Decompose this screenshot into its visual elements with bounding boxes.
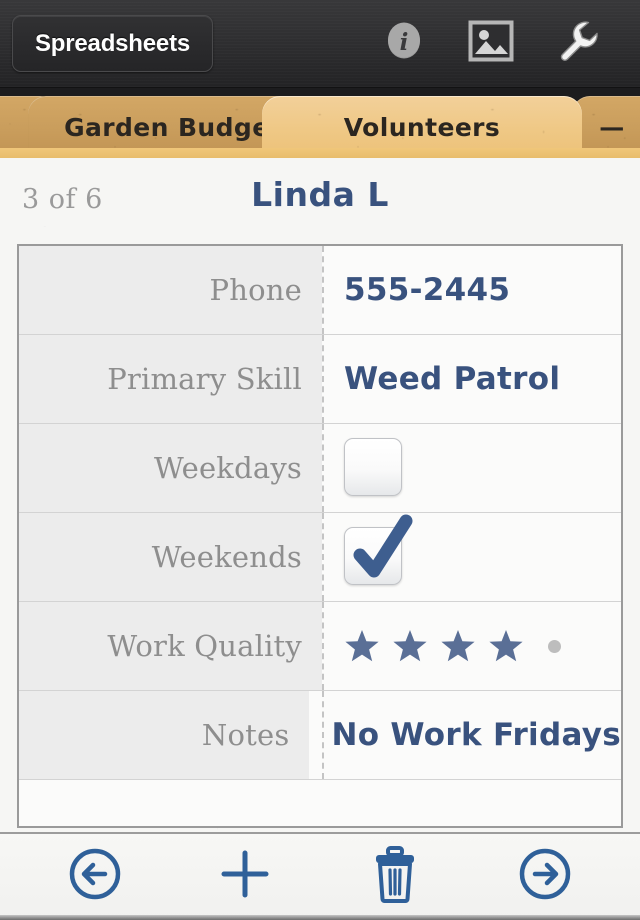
delete-record-button[interactable] [362,841,428,907]
top-icon-group: i [350,0,640,88]
checkbox-box [344,438,402,496]
field-label-phone: Phone [19,246,322,334]
field-label-weekends: Weekends [19,513,322,601]
record-header: 3 of 6 Linda L [0,172,640,234]
weekends-checkbox[interactable] [344,514,413,587]
field-value-empty[interactable] [322,780,621,826]
photo-icon[interactable] [463,13,519,69]
column-divider [322,424,324,512]
wrench-icon[interactable] [550,13,606,69]
star-filled-icon[interactable] [440,628,476,664]
star-filled-icon[interactable] [392,628,428,664]
column-divider [322,513,324,601]
trash-icon [376,846,414,903]
field-label-work-quality: Work Quality [19,602,322,690]
field-label-empty [19,780,322,826]
top-navigation-bar: Spreadsheets i [0,0,640,88]
table-row[interactable]: Notes No Work Fridays [19,691,621,780]
screen-bottom-edge [0,915,640,920]
add-record-button[interactable] [212,841,278,907]
table-row[interactable]: Phone 555-2445 [19,246,621,335]
column-divider [322,691,324,779]
table-row-empty[interactable] [19,780,621,826]
weekdays-checkbox[interactable] [344,438,404,498]
table-row[interactable]: Weekends [19,513,621,602]
column-divider [322,246,324,334]
column-divider [322,335,324,423]
record-detail-panel: 3 of 6 Linda L Phone 555-2445 Primary Sk… [0,158,640,920]
tab-volunteers-label: Volunteers [343,112,501,142]
tab-garden-budget-label: Garden Budget [64,112,282,142]
tab-partial-right-label: — [599,112,625,142]
star-filled-icon[interactable] [488,628,524,664]
spreadsheet-tab-strip: Garden Budget Volunteers — [0,88,640,158]
field-value-phone[interactable]: 555-2445 [322,246,621,334]
tab-volunteers[interactable]: Volunteers [262,96,582,158]
star-empty-dot-icon[interactable] [548,639,561,653]
field-value-primary-skill[interactable]: Weed Patrol [322,335,621,423]
table-row[interactable]: Primary Skill Weed Patrol [19,335,621,424]
table-row[interactable]: Work Quality [19,602,621,691]
field-table: Phone 555-2445 Primary Skill Weed Patrol… [17,244,623,828]
arrow-left-circle-icon [69,848,121,900]
svg-text:i: i [399,29,408,56]
record-title: Linda L [251,175,389,214]
field-value-notes[interactable]: No Work Fridays [309,691,621,779]
column-divider [322,602,324,690]
work-quality-rating[interactable] [344,628,561,664]
field-label-weekdays: Weekdays [19,424,322,512]
star-filled-icon[interactable] [344,628,380,664]
field-label-notes: Notes [19,691,310,779]
previous-record-button[interactable] [62,841,128,907]
app-root: Spreadsheets i Garden Budget Volunteers … [0,0,640,920]
table-row[interactable]: Weekdays [19,424,621,513]
next-record-button[interactable] [512,841,578,907]
spreadsheets-back-button-label: Spreadsheets [35,29,191,57]
checkbox-box [344,527,402,585]
tab-partial-right[interactable]: — [572,96,640,158]
field-value-work-quality[interactable] [322,602,621,690]
record-toolbar [0,832,640,920]
field-value-weekends[interactable] [322,513,621,601]
field-value-weekdays[interactable] [322,424,621,512]
field-label-primary-skill: Primary Skill [19,335,322,423]
spreadsheets-back-button[interactable]: Spreadsheets [12,15,214,72]
arrow-right-circle-icon [519,848,571,900]
info-icon[interactable]: i [376,13,432,69]
plus-icon [221,850,269,898]
